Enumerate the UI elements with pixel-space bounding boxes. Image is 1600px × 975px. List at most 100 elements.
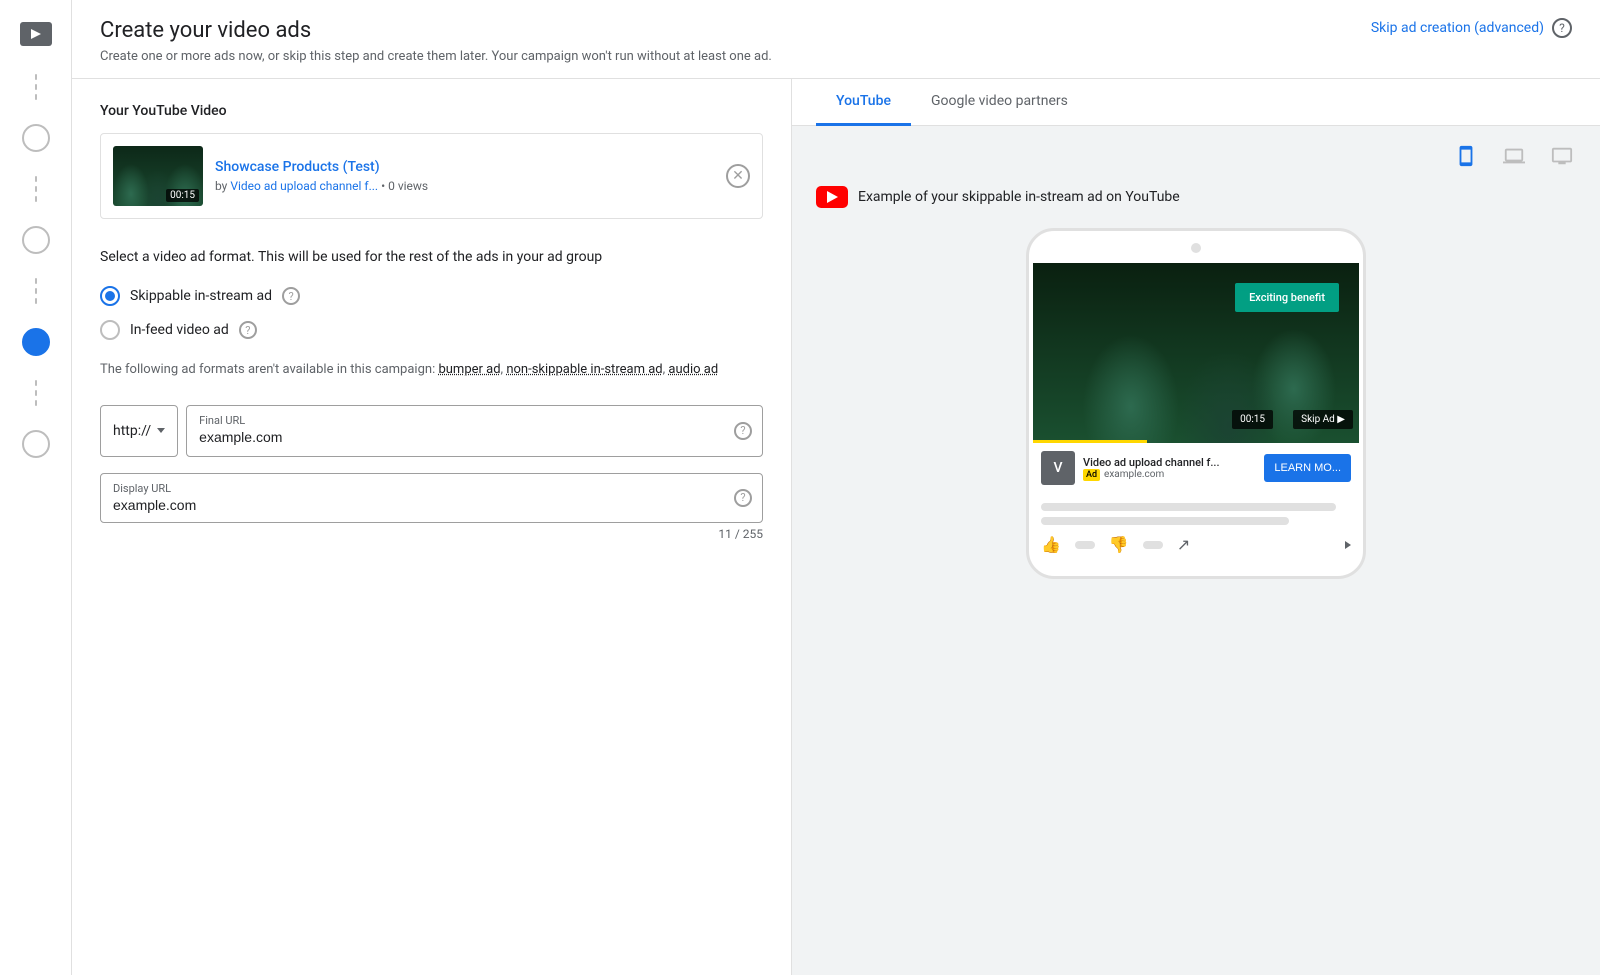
benefit-badge: Exciting benefit	[1235, 283, 1339, 312]
phone-channel-row: V Video ad upload channel f... Ad exampl…	[1033, 443, 1359, 493]
youtube-icon	[816, 186, 848, 208]
unavailable-text: The following ad formats aren't availabl…	[100, 360, 763, 381]
thumbs-up-icon[interactable]: 👍	[1041, 535, 1061, 554]
page-layout: Create your video ads Create one or more…	[0, 0, 1600, 975]
video-close-button[interactable]: ✕	[726, 164, 750, 188]
nonskippable-link[interactable]: non-skippable in-stream ad	[506, 362, 662, 377]
sidebar-step-2[interactable]	[22, 226, 50, 254]
bumper-ad-link[interactable]: bumper ad	[438, 362, 500, 377]
video-title[interactable]: Showcase Products (Test)	[215, 159, 714, 175]
tabs-bar: YouTube Google video partners	[792, 79, 1600, 126]
phone-camera	[1191, 243, 1201, 253]
video-card: 00:15 Showcase Products (Test) by Video …	[100, 133, 763, 219]
preview-description: Example of your skippable in-stream ad o…	[858, 189, 1180, 205]
channel-avatar: V	[1041, 451, 1075, 485]
unavailable-prefix: The following ad formats aren't availabl…	[100, 362, 435, 377]
preview-area: Example of your skippable in-stream ad o…	[792, 186, 1600, 603]
left-panel: Your YouTube Video 00:15 Showcase Produc…	[72, 79, 792, 975]
video-thumbnail: 00:15	[113, 146, 203, 206]
char-count: 11 / 255	[100, 527, 763, 541]
ad-url: example.com	[1104, 469, 1164, 480]
final-url-label: Final URL	[199, 414, 726, 427]
header-left: Create your video ads Create one or more…	[100, 18, 772, 64]
two-column-layout: Your YouTube Video 00:15 Showcase Produc…	[72, 79, 1600, 975]
header-right: Skip ad creation (advanced) ?	[1371, 18, 1572, 38]
radio-skippable-label: Skippable in-stream ad	[130, 288, 272, 304]
sidebar-dashes-4	[35, 376, 37, 410]
radio-infeed-label: In-feed video ad	[130, 322, 229, 338]
tab-youtube[interactable]: YouTube	[816, 79, 911, 126]
phone-mockup: Exciting benefit Skip Ad ▶ 00:15 V Video…	[1026, 228, 1366, 579]
final-url-input[interactable]	[199, 429, 726, 445]
skip-link[interactable]: Skip ad creation (advanced)	[1371, 20, 1544, 36]
format-label: Select a video ad format. This will be u…	[100, 247, 763, 268]
sidebar-step-4[interactable]	[22, 430, 50, 458]
format-radio-group: Skippable in-stream ad ? In-feed video a…	[100, 286, 763, 340]
thumbs-down-icon[interactable]: 👎	[1109, 535, 1129, 554]
phone-content-below: 👍 👎 ↗	[1033, 493, 1359, 564]
url-row: http:// Final URL ?	[100, 405, 763, 457]
radio-skippable-inner	[105, 291, 115, 301]
preview-label-row: Example of your skippable in-stream ad o…	[816, 186, 1180, 208]
chevron-right-icon	[1345, 541, 1351, 549]
video-meta: by Video ad upload channel f... • 0 view…	[215, 179, 714, 193]
dislike-count-skeleton	[1143, 541, 1163, 549]
final-url-field: Final URL ?	[186, 405, 763, 457]
tab-google-video-label: Google video partners	[931, 93, 1068, 109]
sidebar-video-icon	[20, 18, 52, 50]
help-icon[interactable]: ?	[1552, 18, 1572, 38]
final-url-help-icon[interactable]: ?	[734, 422, 752, 440]
sidebar-step-1[interactable]	[22, 124, 50, 152]
mobile-icon[interactable]	[1452, 142, 1480, 170]
ad-badge: Ad	[1083, 469, 1100, 481]
page-header: Create your video ads Create one or more…	[72, 0, 1600, 79]
tv-icon[interactable]	[1548, 142, 1576, 170]
sidebar-dashes	[35, 70, 37, 104]
sidebar	[0, 0, 72, 975]
video-channel-link[interactable]: Video ad upload channel f...	[230, 179, 378, 193]
radio-infeed-outer[interactable]	[100, 320, 120, 340]
display-url-label: Display URL	[113, 482, 726, 495]
laptop-icon[interactable]	[1500, 142, 1528, 170]
display-url-field: Display URL ?	[100, 473, 763, 523]
tab-youtube-label: YouTube	[836, 93, 891, 109]
share-icon[interactable]: ↗	[1177, 535, 1190, 554]
like-count-skeleton	[1075, 541, 1095, 549]
skippable-info-icon[interactable]: ?	[282, 287, 300, 305]
protocol-label: http://	[113, 423, 151, 439]
page-title: Create your video ads	[100, 18, 772, 43]
channel-name: Video ad upload channel f...	[1083, 456, 1256, 469]
video-section-title: Your YouTube Video	[100, 103, 763, 119]
yellow-progress-bar	[1033, 440, 1147, 443]
channel-info: Video ad upload channel f... Ad example.…	[1083, 456, 1256, 481]
learn-more-button[interactable]: LEARN MO...	[1264, 454, 1351, 482]
page-subtitle: Create one or more ads now, or skip this…	[100, 49, 772, 64]
timer-badge: 00:15	[1232, 410, 1273, 429]
infeed-info-icon[interactable]: ?	[239, 321, 257, 339]
phone-video: Exciting benefit Skip Ad ▶ 00:15	[1033, 263, 1359, 443]
video-info: Showcase Products (Test) by Video ad upl…	[215, 159, 714, 193]
skip-ad-label: Skip Ad ▶	[1301, 414, 1345, 425]
display-url-input[interactable]	[113, 497, 726, 513]
skeleton-line-1	[1041, 503, 1336, 511]
right-panel: YouTube Google video partners	[792, 79, 1600, 975]
video-camera-icon	[20, 22, 52, 46]
sidebar-dashes-3	[35, 274, 37, 308]
video-duration: 00:15	[166, 189, 199, 202]
radio-skippable-outer[interactable]	[100, 286, 120, 306]
main-content: Create your video ads Create one or more…	[72, 0, 1600, 975]
tab-google-video[interactable]: Google video partners	[911, 79, 1088, 126]
skeleton-line-2	[1041, 517, 1289, 525]
sidebar-dashes-2	[35, 172, 37, 206]
device-icons-row	[792, 126, 1600, 186]
skip-ad-button[interactable]: Skip Ad ▶	[1293, 410, 1353, 429]
radio-infeed[interactable]: In-feed video ad ?	[100, 320, 763, 340]
ad-badge-row: Ad example.com	[1083, 469, 1256, 481]
display-url-help-icon[interactable]: ?	[734, 489, 752, 507]
chevron-down-icon	[157, 428, 165, 433]
sidebar-step-3[interactable]	[22, 328, 50, 356]
radio-skippable[interactable]: Skippable in-stream ad ?	[100, 286, 763, 306]
audio-ad-link[interactable]: audio ad	[668, 362, 718, 377]
action-row: 👍 👎 ↗	[1041, 535, 1351, 554]
protocol-select[interactable]: http://	[100, 405, 178, 457]
